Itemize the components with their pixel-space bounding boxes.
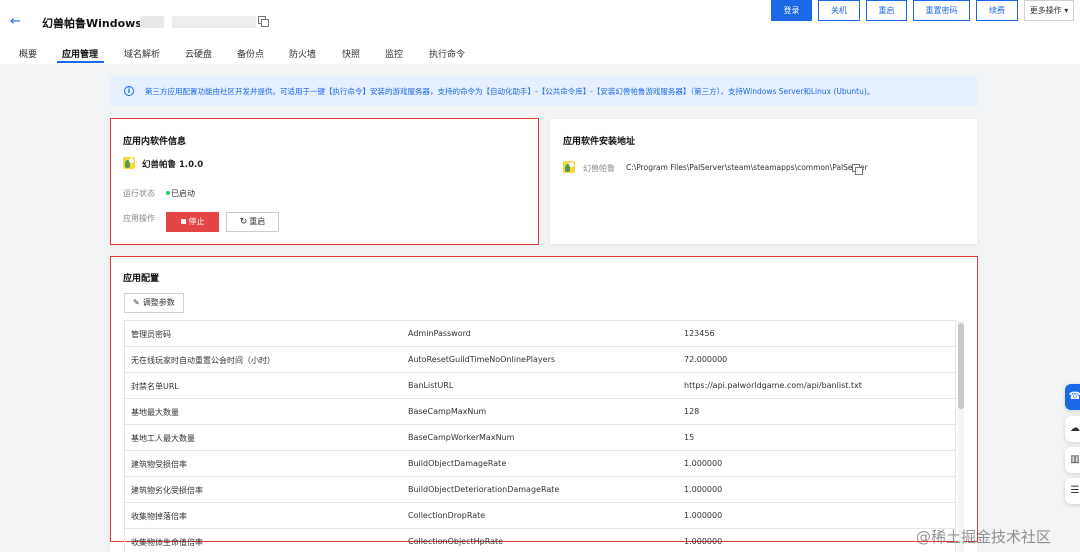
table-row: 无在线玩家时自动重置公会时间（小时） AutoResetGuildTimeNoO… bbox=[125, 347, 955, 373]
top-bar: ← 幻兽帕鲁Windows 登录 关机 重启 重置密码 续费 更多操作 ▾ bbox=[0, 0, 1080, 64]
param-value: 1.000000 bbox=[684, 511, 723, 520]
table-row: 基地工人最大数量 BaseCampWorkerMaxNum 15 bbox=[125, 425, 955, 451]
list-icon[interactable]: ☰ bbox=[1065, 478, 1080, 504]
param-name: 封禁名单URL bbox=[131, 382, 179, 391]
restart-server-button[interactable]: 重启 bbox=[866, 0, 907, 21]
info-notice: i 第三方应用配置功能由社区开发并提供。可适用于一键【执行命令】安装的游戏服务器… bbox=[110, 76, 977, 106]
info-icon: i bbox=[124, 86, 134, 96]
cloud-icon[interactable]: ☁ bbox=[1065, 416, 1080, 442]
palworld-app-icon-small bbox=[563, 161, 575, 173]
param-key: BuildObjectDeteriorationDamageRate bbox=[408, 485, 560, 494]
arrow-left-icon[interactable]: ← bbox=[10, 14, 26, 30]
install-app-label: 幻兽帕鲁 bbox=[583, 164, 615, 173]
table-row: 基地最大数量 BaseCampMaxNum 128 bbox=[125, 399, 955, 425]
param-name: 建筑物劣化受损倍率 bbox=[131, 486, 203, 495]
param-name: 建筑物受损倍率 bbox=[131, 460, 187, 469]
reset-password-button[interactable]: 重置密码 bbox=[913, 0, 970, 21]
table-row: 收集物掉落倍率 CollectionDropRate 1.000000 bbox=[125, 503, 955, 529]
tab-app-management[interactable]: 应用管理 bbox=[62, 47, 98, 60]
tab-monitor[interactable]: 监控 bbox=[385, 47, 403, 60]
param-value: 15 bbox=[684, 433, 695, 442]
table-row: 建筑物受损倍率 BuildObjectDamageRate 1.000000 bbox=[125, 451, 955, 477]
watermark: @稀土掘金技术社区 bbox=[916, 528, 1052, 546]
table-row: 建筑物劣化受损倍率 BuildObjectDeteriorationDamage… bbox=[125, 477, 955, 503]
copy-path-icon[interactable] bbox=[852, 164, 863, 175]
tab-snapshot[interactable]: 快照 bbox=[342, 47, 360, 60]
param-name: 无在线玩家时自动重置公会时间（小时） bbox=[131, 356, 275, 365]
tab-overview[interactable]: 概要 bbox=[19, 47, 37, 60]
headset-icon[interactable]: ☎ bbox=[1065, 384, 1080, 410]
tab-domain[interactable]: 域名解析 bbox=[124, 47, 160, 60]
param-name: 基地最大数量 bbox=[131, 408, 179, 417]
palworld-app-icon bbox=[123, 157, 135, 169]
active-tab-indicator bbox=[57, 61, 104, 63]
restart-app-button[interactable]: ↻ 重启 bbox=[226, 212, 279, 232]
table-row: 收集物体生命值倍率 CollectionObjectHpRate 1.00000… bbox=[125, 529, 955, 552]
app-name: 幻兽帕鲁 1.0.0 bbox=[142, 160, 204, 170]
book-icon[interactable]: ▥ bbox=[1065, 447, 1080, 473]
config-table: 管理员密码 AdminPassword 123456 无在线玩家时自动重置公会时… bbox=[124, 320, 956, 552]
shutdown-button[interactable]: 关机 bbox=[818, 0, 860, 21]
param-key: CollectionObjectHpRate bbox=[408, 537, 504, 546]
tab-execute-command[interactable]: 执行命令 bbox=[429, 47, 465, 60]
adjust-params-button[interactable]: ✎ 调整参数 bbox=[124, 293, 184, 313]
page-title: 幻兽帕鲁Windows bbox=[42, 17, 142, 30]
renew-button[interactable]: 续费 bbox=[976, 0, 1018, 21]
tab-cloud-disk[interactable]: 云硬盘 bbox=[185, 47, 212, 60]
pencil-icon: ✎ bbox=[133, 298, 140, 307]
param-key: BaseCampMaxNum bbox=[408, 407, 487, 416]
param-name: 收集物掉落倍率 bbox=[131, 512, 187, 521]
install-path-title: 应用软件安装地址 bbox=[563, 137, 636, 147]
status-label: 运行状态 bbox=[123, 189, 155, 198]
operation-label: 应用操作 bbox=[123, 214, 155, 223]
param-name: 收集物体生命值倍率 bbox=[131, 538, 203, 547]
stop-button[interactable]: 停止 bbox=[166, 212, 219, 232]
tab-firewall[interactable]: 防火墙 bbox=[289, 47, 316, 60]
param-value: 1.000000 bbox=[684, 537, 723, 546]
param-key: AutoResetGuildTimeNoOnlinePlayers bbox=[408, 355, 556, 364]
status-dot-icon bbox=[166, 191, 170, 195]
refresh-icon: ↻ bbox=[239, 217, 248, 227]
redacted-title-suffix bbox=[140, 16, 164, 28]
stop-icon bbox=[180, 219, 186, 224]
install-path-text: C:\Program Files\PalServer\steam\steamap… bbox=[626, 163, 868, 172]
more-actions-dropdown[interactable]: 更多操作 ▾ bbox=[1024, 0, 1074, 21]
notice-text: 第三方应用配置功能由社区开发并提供。可适用于一键【执行命令】安装的游戏服务器，支… bbox=[145, 87, 875, 96]
scrollbar-thumb[interactable] bbox=[958, 323, 964, 409]
param-name: 管理员密码 bbox=[131, 330, 171, 339]
param-value: 1.000000 bbox=[684, 459, 723, 468]
param-value: 72.000000 bbox=[684, 355, 728, 364]
software-info-title: 应用内软件信息 bbox=[123, 137, 187, 147]
tab-backup[interactable]: 备份点 bbox=[237, 47, 264, 60]
param-key: BaseCampWorkerMaxNum bbox=[408, 433, 515, 442]
status-value: 已启动 bbox=[171, 189, 195, 198]
table-row: 管理员密码 AdminPassword 123456 bbox=[125, 321, 955, 347]
copy-icon[interactable] bbox=[258, 16, 269, 27]
param-value: 1.000000 bbox=[684, 485, 723, 494]
redacted-ip bbox=[172, 16, 256, 28]
param-key: CollectionDropRate bbox=[408, 511, 486, 520]
config-title: 应用配置 bbox=[123, 274, 160, 284]
login-button[interactable]: 登录 bbox=[771, 0, 812, 21]
param-key: BuildObjectDamageRate bbox=[408, 459, 507, 468]
param-key: BanListURL bbox=[408, 381, 454, 390]
param-name: 基地工人最大数量 bbox=[131, 434, 195, 443]
param-value: 123456 bbox=[684, 329, 715, 338]
param-value: https://api.palworldgame.com/api/banlist… bbox=[684, 381, 862, 390]
param-key: AdminPassword bbox=[408, 329, 471, 338]
param-value: 128 bbox=[684, 407, 700, 416]
table-row: 封禁名单URL BanListURL https://api.palworldg… bbox=[125, 373, 955, 399]
